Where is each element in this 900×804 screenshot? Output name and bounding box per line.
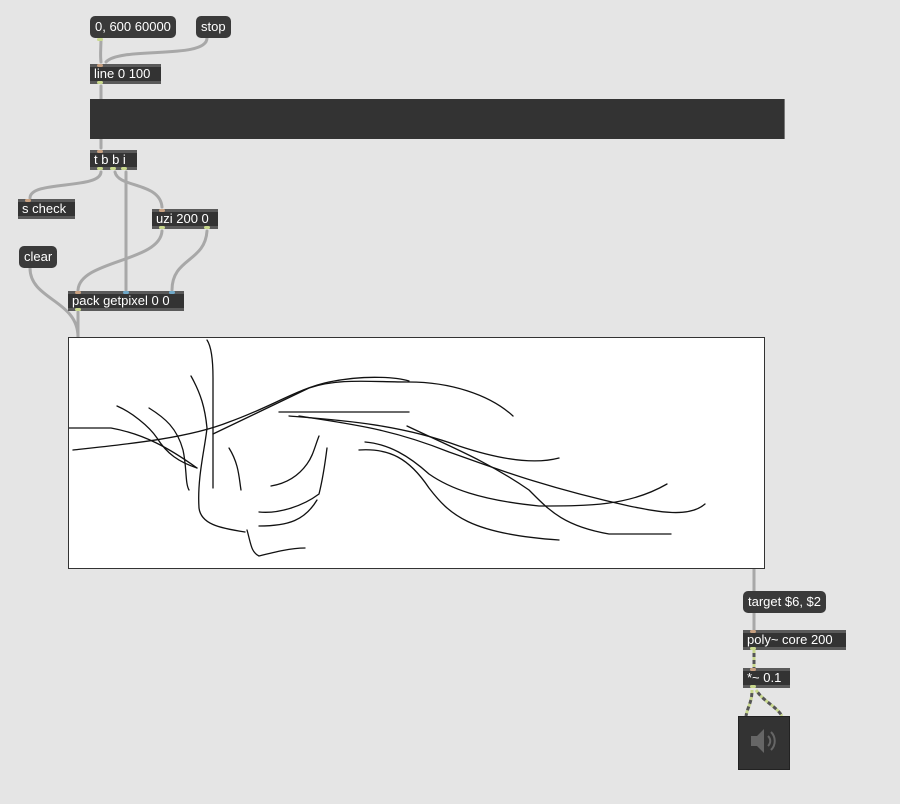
target-message-label: target $6, $2: [748, 594, 821, 609]
outlet[interactable]: [750, 647, 756, 650]
inlet[interactable]: [97, 64, 103, 67]
uzi-object[interactable]: uzi 200 0: [152, 209, 218, 229]
cord-uzi-to-pack-right: [170, 229, 209, 292]
inlet[interactable]: [169, 291, 175, 294]
dac-output[interactable]: [738, 716, 790, 770]
line-object-label: line 0 100: [94, 66, 151, 81]
cord-stop-to-line: [104, 36, 209, 64]
multiply-signal-object-label: *~ 0.1: [747, 670, 782, 685]
speaker-icon: [745, 725, 783, 762]
uzi-object-label: uzi 200 0: [156, 211, 209, 226]
inlet[interactable]: [25, 199, 31, 202]
clear-message[interactable]: clear: [19, 246, 58, 268]
inlet[interactable]: [750, 668, 756, 671]
outlet[interactable]: [750, 685, 756, 688]
outlet[interactable]: [75, 308, 81, 311]
ramp-message[interactable]: 0, 600 60000: [90, 16, 176, 41]
inlet[interactable]: [159, 209, 165, 212]
inlet[interactable]: [750, 630, 756, 633]
trigger-object[interactable]: t b b i: [90, 150, 137, 170]
outlet[interactable]: [121, 167, 127, 170]
inlet[interactable]: [123, 291, 129, 294]
pack-getpixel-object[interactable]: pack getpixel 0 0: [68, 291, 184, 311]
outlet[interactable]: [97, 81, 103, 84]
outlet[interactable]: [97, 167, 103, 170]
horizontal-slider[interactable]: [90, 99, 785, 139]
ramp-message-label: 0, 600 60000: [95, 19, 171, 34]
cord-trigger-to-send: [28, 170, 103, 200]
stop-message[interactable]: stop: [196, 16, 231, 38]
poly-core-object-label: poly~ core 200: [747, 632, 833, 647]
outlet[interactable]: [159, 226, 165, 229]
send-check-object-label: s check: [22, 201, 67, 216]
lcd-drawing-canvas[interactable]: [68, 337, 765, 569]
clear-message-label: clear: [24, 249, 53, 264]
line-object[interactable]: line 0 100: [90, 64, 161, 84]
cord-trigger-to-uzi: [113, 170, 164, 209]
outlet[interactable]: [97, 38, 103, 41]
inlet[interactable]: [97, 150, 103, 153]
trigger-object-label: t b b i: [94, 152, 126, 167]
outlet[interactable]: [204, 226, 210, 229]
pack-getpixel-object-label: pack getpixel 0 0: [72, 293, 170, 308]
cord-uzi-to-pack-left: [76, 229, 164, 292]
target-message[interactable]: target $6, $2: [743, 591, 826, 613]
outlet[interactable]: [110, 167, 116, 170]
multiply-signal-object[interactable]: *~ 0.1: [743, 668, 790, 688]
inlet[interactable]: [75, 291, 81, 294]
stop-message-label: stop: [201, 19, 226, 34]
drawing-strokes: [69, 339, 706, 557]
send-check-object[interactable]: s check: [18, 199, 75, 219]
poly-core-object[interactable]: poly~ core 200: [743, 630, 846, 650]
